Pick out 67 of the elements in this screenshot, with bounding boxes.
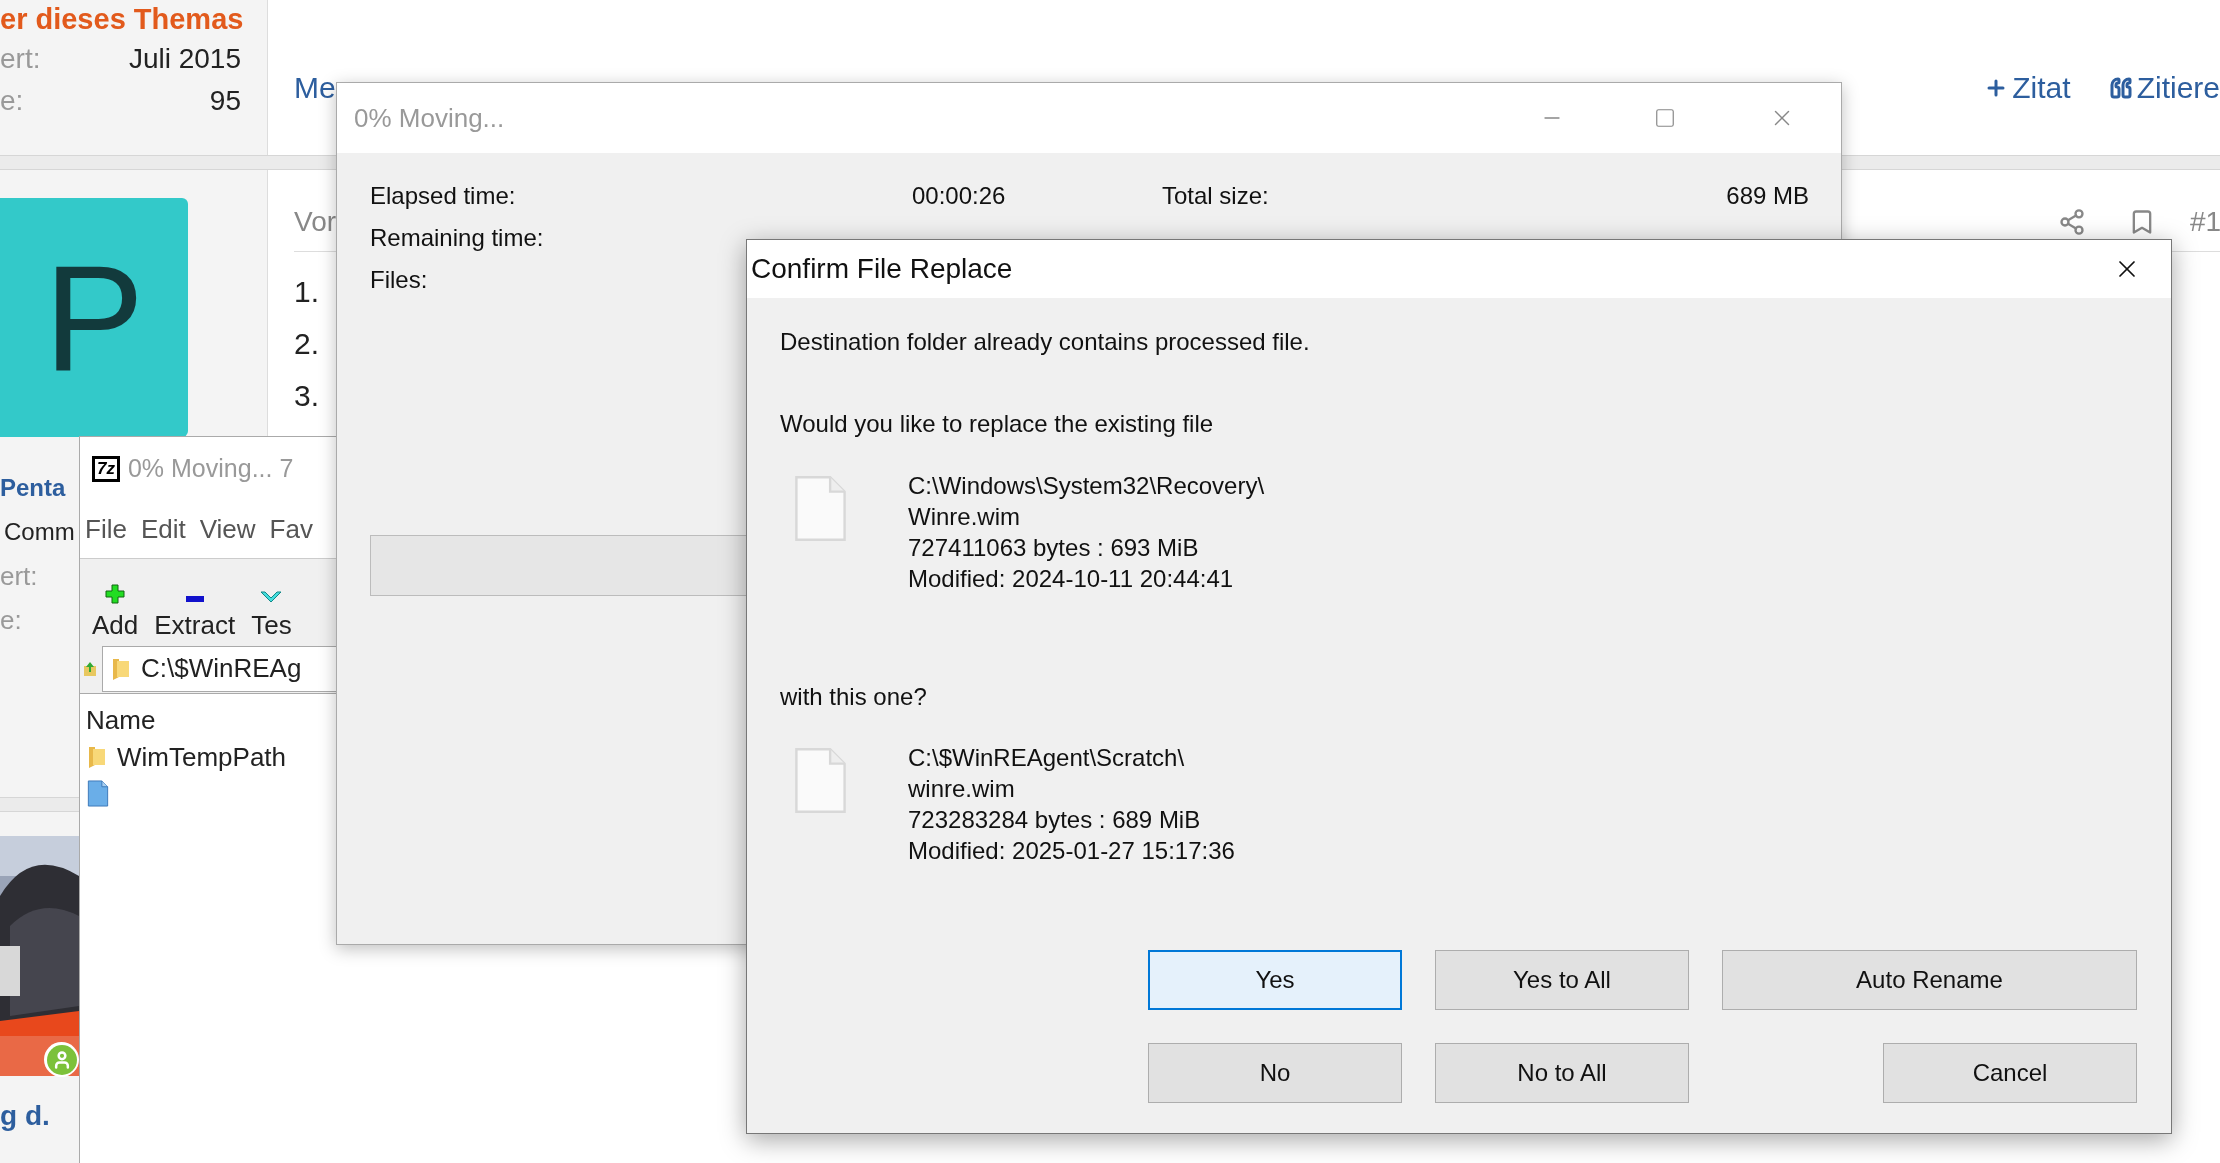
quote-icon — [2108, 75, 2133, 100]
folder-icon — [87, 744, 107, 770]
menu-item[interactable]: File — [85, 510, 127, 549]
dialog-button[interactable]: Auto Rename — [1722, 950, 2137, 1010]
file-icon — [794, 745, 847, 816]
file-icon — [87, 779, 109, 807]
file-detail: C:\$WinREAgent\Scratch\ — [908, 743, 1186, 773]
menu-item[interactable]: Edit — [140, 510, 186, 549]
up-folder-icon[interactable] — [83, 660, 97, 677]
file-icon — [794, 473, 847, 544]
dialog-title: Confirm File Replace — [751, 252, 1013, 286]
list-number: 1. — [294, 274, 320, 310]
column-header[interactable]: Name — [80, 702, 336, 738]
file-detail: Modified: 2025-01-27 15:17:36 — [908, 836, 1235, 866]
quote-link[interactable]: Zitiere — [2108, 65, 2220, 110]
author-name[interactable]: Penta — [0, 471, 66, 505]
dialog-message: Destination folder already contains processed file. — [780, 327, 1311, 357]
menu-item[interactable]: Fav — [269, 510, 313, 549]
stat-label: Elapsed time: — [370, 181, 516, 211]
stat-label: e: — [0, 604, 22, 637]
file-detail: 727411063 bytes : 693 MiB — [908, 533, 1200, 563]
file-detail: C:\Windows\System32\Recovery\ — [908, 471, 1265, 501]
author-rank: Comm — [4, 517, 75, 547]
dialog-button[interactable]: No — [1148, 1043, 1402, 1103]
stat-label: Files: — [370, 265, 428, 295]
post-number[interactable]: #1 — [2190, 200, 2220, 243]
stat-value: Juli 2015 — [128, 42, 241, 76]
file-name[interactable]: WimTempPath — [117, 737, 287, 777]
sidebar-heading: er dieses Themas — [0, 2, 244, 37]
author-name[interactable]: g d. — [0, 1098, 50, 1134]
toolbar-button[interactable]: Tes — [245, 559, 298, 644]
stat-value: 00:00:26 — [912, 181, 1007, 211]
stat-value: 689 MB — [1726, 181, 1809, 211]
post-date: Vor — [294, 204, 337, 239]
stat-value: 95 — [209, 84, 241, 118]
chevron-icon — [260, 590, 283, 604]
toolbar-button[interactable]: Add — [86, 559, 145, 644]
file-detail: Winre.wim — [908, 502, 1021, 532]
stat-label: ert: — [0, 42, 41, 76]
file-detail: winre.wim — [908, 774, 1016, 804]
dialog-question: Would you like to replace the existing file — [780, 409, 1215, 439]
minus-icon — [184, 594, 205, 604]
file-detail: Modified: 2024-10-11 20:44:41 — [908, 564, 1235, 594]
dialog-button[interactable]: Yes to All — [1435, 950, 1689, 1010]
maximize-icon[interactable] — [1654, 107, 1676, 129]
list-number: 3. — [294, 378, 320, 414]
window-title: 0% Moving... 7 — [127, 453, 294, 485]
stat-label: Total size: — [1162, 181, 1269, 211]
menu-item[interactable]: View — [199, 510, 256, 549]
dialog-question: with this one? — [780, 682, 928, 712]
list-number: 2. — [294, 326, 320, 362]
file-detail: 723283284 bytes : 689 MiB — [908, 805, 1202, 835]
nav-link[interactable]: Me — [294, 65, 336, 110]
share-icon[interactable] — [2058, 207, 2086, 236]
avatar: P — [0, 198, 188, 437]
stat-label: e: — [0, 84, 24, 118]
app-logo: 7z — [92, 456, 120, 482]
dialog-button[interactable]: No to All — [1435, 1043, 1689, 1103]
stat-label: Remaining time: — [370, 223, 544, 253]
quote-link[interactable]: Zitat — [1984, 65, 2071, 110]
dialog-button[interactable]: Cancel — [1883, 1043, 2137, 1103]
plus-icon — [105, 584, 126, 604]
stat-label: ert: — [0, 560, 38, 593]
window-title: 0% Moving... — [354, 101, 505, 135]
path-field[interactable]: C:\$WinREAg — [102, 645, 336, 692]
dialog-button[interactable]: Yes — [1148, 950, 1402, 1010]
toolbar-button[interactable]: Extract — [148, 559, 242, 644]
